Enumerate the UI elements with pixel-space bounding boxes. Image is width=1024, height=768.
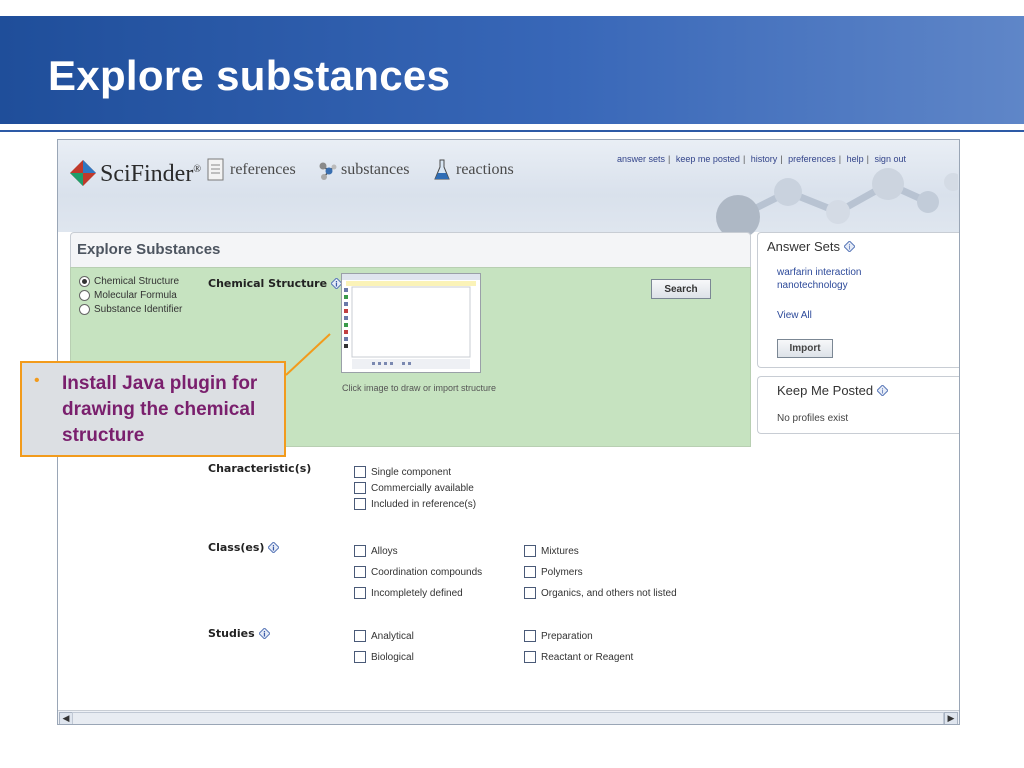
bullet-icon: • [34,372,40,389]
callout-text: Install Java plugin for drawing the chem… [62,373,258,446]
java-plugin-callout: • Install Java plugin for drawing the ch… [20,361,286,457]
